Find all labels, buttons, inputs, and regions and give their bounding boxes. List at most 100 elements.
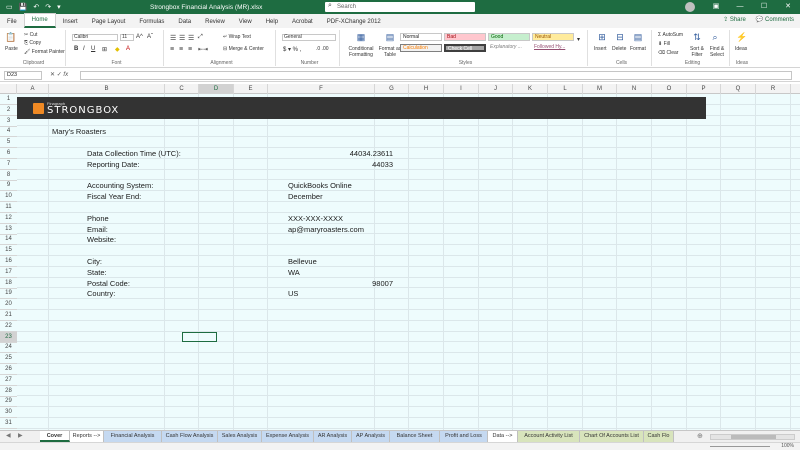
style-good[interactable]: Good [488, 33, 530, 41]
row-header-23[interactable]: 23 [0, 331, 17, 343]
ribbon-tab-pdf-xchange-2012[interactable]: PDF-XChange 2012 [320, 16, 388, 28]
copy-button[interactable]: ⎘ Copy [24, 40, 41, 46]
close-button[interactable]: ✕ [776, 0, 800, 14]
row-header-26[interactable]: 26 [0, 364, 17, 375]
field-value[interactable]: XXX-XXX-XXXX [288, 214, 343, 223]
row-header-3[interactable]: 3 [0, 116, 17, 127]
tab-scroll-left-icon[interactable]: ◀ [6, 432, 11, 439]
field-label[interactable]: State: [87, 268, 107, 277]
ribbon-tab-formulas[interactable]: Formulas [132, 16, 171, 28]
merge-center-button[interactable]: ⊟ Merge & Center [223, 46, 264, 52]
sheet-tab-ap-analysis[interactable]: AP Analysis [352, 431, 390, 442]
ribbon-tab-file[interactable]: File [0, 16, 24, 28]
format-table-button[interactable]: Format as Table [378, 46, 402, 58]
sheet-tab-reports[interactable]: Reports --> [70, 431, 104, 442]
style-check-cell[interactable]: Check Cell [444, 44, 486, 52]
comments-button[interactable]: 💬 Comments [756, 16, 794, 23]
style-bad[interactable]: Bad [444, 33, 486, 41]
row-header-10[interactable]: 10 [0, 191, 17, 203]
insert-cells-icon[interactable]: ⊞ [594, 32, 610, 43]
delete-cells-icon[interactable]: ⊟ [612, 32, 628, 43]
company-name[interactable]: Mary's Roasters [52, 127, 106, 136]
decimal-icon[interactable]: .0 .00 [316, 46, 329, 52]
autosave-icon[interactable]: ▭ [6, 3, 13, 11]
field-label[interactable]: Data Collection Time (UTC): [87, 149, 181, 158]
sheet-tab-data[interactable]: Data --> [488, 431, 518, 442]
row-header-30[interactable]: 30 [0, 407, 17, 419]
maximize-button[interactable]: ☐ [752, 0, 776, 14]
column-header-B[interactable]: B [49, 84, 165, 94]
sheet-tab-chart-of-accounts-list[interactable]: Chart Of Accounts List [580, 431, 644, 442]
ideas-icon[interactable]: ⚡ [735, 32, 749, 43]
fill-button[interactable]: ⬇ Fill [658, 41, 670, 47]
row-header-25[interactable]: 25 [0, 353, 17, 365]
row-header-29[interactable]: 29 [0, 396, 17, 408]
font-size-select[interactable]: 11 [120, 34, 134, 41]
field-value[interactable]: WA [288, 268, 300, 277]
style-normal[interactable]: Normal [400, 33, 442, 41]
add-sheet-icon[interactable]: ⊕ [697, 432, 703, 440]
find-select-icon[interactable]: ⌕ [708, 32, 722, 43]
ribbon-tab-page-layout[interactable]: Page Layout [85, 16, 133, 28]
field-label[interactable]: Accounting System: [87, 181, 153, 190]
field-label[interactable]: Website: [87, 235, 116, 244]
styles-more-icon[interactable]: ▾ [577, 36, 580, 43]
zoom-level[interactable]: 100% [781, 443, 794, 449]
column-header-J[interactable]: J [479, 84, 513, 94]
ribbon-tab-acrobat[interactable]: Acrobat [285, 16, 320, 28]
sheet-tab-cover[interactable]: Cover [40, 431, 70, 442]
column-header-F[interactable]: F [268, 84, 375, 94]
style-neutral[interactable]: Neutral [532, 33, 574, 41]
insert-button[interactable]: Insert [594, 46, 607, 52]
number-format-select[interactable]: General [282, 34, 336, 41]
minimize-button[interactable]: — [728, 0, 752, 14]
ribbon-tab-review[interactable]: Review [198, 16, 232, 28]
format-cells-icon[interactable]: ▤ [630, 32, 646, 43]
ideas-button[interactable]: Ideas [735, 46, 747, 52]
column-header-N[interactable]: N [617, 84, 652, 94]
border-icon[interactable]: ⊞ [102, 46, 107, 53]
find-select-button[interactable]: Find & Select [707, 46, 727, 58]
row-header-6[interactable]: 6 [0, 148, 17, 159]
tab-scroll-right-icon[interactable]: ▶ [18, 432, 23, 439]
column-header-H[interactable]: H [409, 84, 444, 94]
row-header-9[interactable]: 9 [0, 180, 17, 192]
horizontal-scrollbar[interactable] [710, 434, 795, 440]
row-header-22[interactable]: 22 [0, 321, 17, 332]
account-avatar[interactable] [685, 2, 695, 12]
field-label[interactable]: Fiscal Year End: [87, 192, 141, 201]
field-value[interactable]: 98007 [283, 279, 393, 288]
sheet-tab-cash-flo[interactable]: Cash Flo [644, 431, 674, 442]
enter-icon[interactable]: ✓ [57, 72, 62, 78]
conditional-formatting-icon[interactable]: ▦ [352, 32, 370, 43]
clear-button[interactable]: ⌫ Clear [658, 50, 678, 56]
field-value[interactable]: December [288, 192, 323, 201]
share-button[interactable]: ⇪ Share [723, 16, 746, 23]
row-header-13[interactable]: 13 [0, 224, 17, 235]
field-label[interactable]: City: [87, 257, 102, 266]
column-header-K[interactable]: K [513, 84, 548, 94]
row-header-19[interactable]: 19 [0, 288, 17, 300]
currency-icon[interactable]: $ ▾ % , [283, 46, 301, 53]
column-header-D[interactable]: D [199, 84, 234, 94]
paste-icon[interactable]: 📋 [4, 32, 18, 43]
top-align-icon[interactable]: ☰ [170, 34, 176, 42]
redo-icon[interactable]: ↷ [45, 3, 51, 11]
row-header-5[interactable]: 5 [0, 137, 17, 149]
field-value[interactable]: US [288, 289, 298, 298]
align-right-icon[interactable]: ≡ [188, 46, 192, 53]
format-painter-button[interactable]: 🖌 Format Painter [24, 49, 65, 55]
name-box[interactable]: D23 [4, 71, 42, 80]
sort-filter-icon[interactable]: ⇅ [690, 32, 704, 43]
row-header-28[interactable]: 28 [0, 386, 17, 397]
style-calculation[interactable]: Calculation [400, 44, 442, 52]
orientation-icon[interactable]: ⤢ [198, 34, 203, 41]
format-button[interactable]: Format [630, 46, 646, 52]
sort-filter-button[interactable]: Sort & Filter [688, 46, 706, 58]
cancel-icon[interactable]: ✕ [50, 72, 55, 78]
autosum-button[interactable]: Σ AutoSum [658, 32, 683, 38]
row-header-21[interactable]: 21 [0, 310, 17, 321]
column-header-E[interactable]: E [234, 84, 268, 94]
sheet-tab-financial-analysis[interactable]: Financial Analysis [104, 431, 162, 442]
ribbon-tab-data[interactable]: Data [171, 16, 198, 28]
